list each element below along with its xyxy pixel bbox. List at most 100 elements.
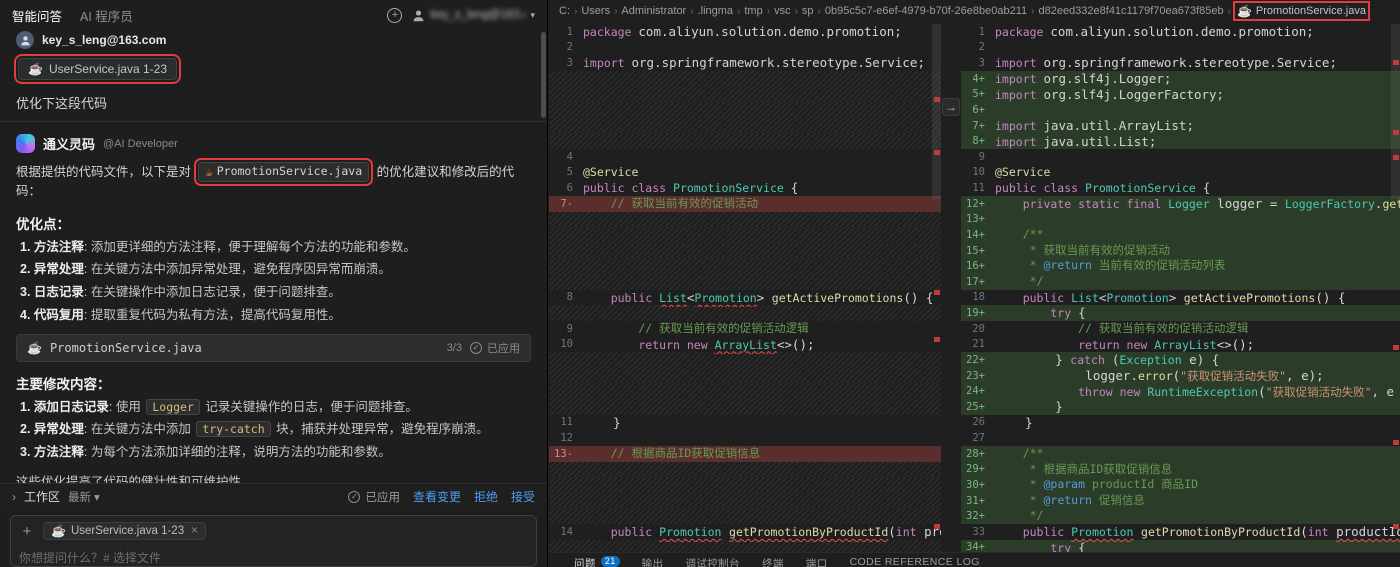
panel-tab[interactable]: 问题21 xyxy=(563,553,631,567)
list-number: 3. xyxy=(20,445,34,459)
error-marker xyxy=(1393,440,1399,445)
input-context-chip[interactable]: ☕ UserService.java 1-23 × xyxy=(43,522,206,540)
list-number: 3. xyxy=(20,285,34,299)
reject-link[interactable]: 拒绝 xyxy=(474,488,498,505)
scrollbar-thumb[interactable] xyxy=(932,24,941,199)
code-line: 12+ private static final Logger logger =… xyxy=(961,196,1400,212)
line-number: 28+ xyxy=(961,448,995,460)
line-number: 1 xyxy=(549,26,583,38)
diff-filler-row xyxy=(549,133,941,149)
line-number: 22+ xyxy=(961,354,995,366)
panel-tab[interactable]: 端口 xyxy=(795,553,839,567)
input-placeholder[interactable]: 你想提问什么？# 选择文件 xyxy=(19,549,528,566)
code-text: try { xyxy=(995,303,1400,322)
code-text: try { xyxy=(995,538,1400,552)
bold-term: 日志记录 xyxy=(34,285,84,299)
breadcrumb-item[interactable]: d82eed332e8f41c1179f70ea673f85eb xyxy=(1038,5,1223,17)
chat-scrollbar-thumb[interactable] xyxy=(541,32,546,118)
new-chat-icon[interactable]: + xyxy=(387,8,402,23)
inline-code: Logger xyxy=(146,399,200,415)
panel-tab-label: 端口 xyxy=(806,556,828,567)
view-changes-link[interactable]: 查看变更 xyxy=(413,488,461,505)
workspace-filter-dropdown[interactable]: 最新 ▾ xyxy=(68,489,100,505)
diff-original-pane[interactable]: 1package com.aliyun.solution.demo.promot… xyxy=(549,22,941,552)
diff-filler-row xyxy=(549,71,941,87)
panel-tab-label: 输出 xyxy=(642,556,664,567)
code-line: 30+ * @param productId 商品ID xyxy=(961,477,1400,493)
panel-tab[interactable]: CODE REFERENCE LOG xyxy=(839,553,991,567)
inline-file-chip[interactable]: ☕PromotionService.java xyxy=(198,162,369,182)
breadcrumb-item[interactable]: C: xyxy=(559,5,570,17)
bold-term: 异常处理 xyxy=(34,422,84,436)
line-number: 3 xyxy=(549,57,583,69)
line-number: 7- xyxy=(549,198,583,210)
assistant-avatar xyxy=(16,134,35,153)
close-icon[interactable]: × xyxy=(191,525,198,537)
line-number: 8 xyxy=(549,291,583,303)
code-line: 1package com.aliyun.solution.demo.promot… xyxy=(961,24,1400,40)
code-file-card[interactable]: ☕ PromotionService.java 3/3 ✓ 已应用 xyxy=(16,334,531,362)
add-context-button[interactable]: + xyxy=(19,523,35,540)
line-number: 19+ xyxy=(961,307,995,319)
line-number: 24+ xyxy=(961,385,995,397)
java-file-icon: ☕ xyxy=(27,342,42,354)
diff-filler-row xyxy=(549,243,941,259)
list-item: 2. 异常处理: 在关键方法中添加 try-catch 块，捕获并处理异常，避免… xyxy=(16,420,531,439)
line-number: 32+ xyxy=(961,510,995,522)
code-line: 14 public Promotion getPromotionByProduc… xyxy=(549,524,941,540)
code-line: 13- // 根据商品ID获取促销信息 xyxy=(549,446,941,462)
breadcrumb-item[interactable]: 0b95c5c7-e6ef-4979-b70f-26e8be0ab211 xyxy=(825,5,1027,17)
account-menu[interactable]: key_s_leng@163.com ▾ xyxy=(412,9,535,22)
code-text: /** xyxy=(995,227,1400,243)
breadcrumb-item[interactable]: .lingma xyxy=(698,5,733,17)
accept-link[interactable]: 接受 xyxy=(511,488,535,505)
panel-tab[interactable]: 终端 xyxy=(751,553,795,567)
panel-tab[interactable]: 输出 xyxy=(631,553,675,567)
code-text: package com.aliyun.solution.demo.promoti… xyxy=(995,22,1400,41)
list-item: 2. 异常处理: 在关键方法中添加异常处理，避免程序因异常而崩溃。 xyxy=(16,260,531,279)
bold-term: 方法注释 xyxy=(34,240,84,254)
line-number: 18 xyxy=(961,291,995,303)
line-number: 5+ xyxy=(961,88,995,100)
breadcrumb-item[interactable]: Users xyxy=(581,5,610,17)
assistant-role-badge: @AI Developer xyxy=(103,138,178,150)
breadcrumb-file[interactable]: ☕PromotionService.java xyxy=(1237,5,1366,17)
breadcrumb-item[interactable]: tmp xyxy=(744,5,762,17)
line-number: 11 xyxy=(549,416,583,428)
breadcrumb-item[interactable]: sp xyxy=(802,5,814,17)
chat-header: 智能问答 AI 程序员 + key_s_leng@163.com ▾ xyxy=(0,0,547,30)
chat-messages: key_s_leng@163.com ☕ UserService.java 1-… xyxy=(0,30,547,483)
code-line: 12 xyxy=(549,430,941,446)
arrow-right-icon[interactable]: → xyxy=(942,98,960,116)
breadcrumb-item[interactable]: Administrator xyxy=(621,5,686,17)
line-number: 4+ xyxy=(961,73,995,85)
code-text: import java.util.List; xyxy=(995,132,1400,151)
code-text: } xyxy=(583,413,941,432)
diff-modified-pane[interactable]: 1package com.aliyun.solution.demo.promot… xyxy=(961,22,1400,552)
diff-center-gutter: → xyxy=(941,22,961,552)
breadcrumb-item[interactable]: vsc xyxy=(774,5,791,17)
context-file-chip[interactable]: ☕ UserService.java 1-23 xyxy=(18,58,177,80)
diff-filler-row xyxy=(549,258,941,274)
line-number: 2 xyxy=(961,41,995,53)
user-name: key_s_leng@163.com xyxy=(42,33,166,47)
chat-header-actions: + key_s_leng@163.com ▾ xyxy=(387,8,535,23)
line-number: 34+ xyxy=(961,541,995,552)
code-text: * @return 当前有效的促销活动列表 xyxy=(995,258,1400,274)
scrollbar-thumb[interactable] xyxy=(1391,24,1400,199)
chat-input-box[interactable]: + ☕ UserService.java 1-23 × 你想提问什么？# 选择文… xyxy=(10,515,537,567)
chat-tab[interactable]: AI 程序员 xyxy=(80,6,133,25)
code-line: 31+ * @return 促销信息 xyxy=(961,493,1400,509)
diff-view: 1 package com.aliyun.solution.demo.promot… xyxy=(549,22,1400,552)
chevron-right-icon: › xyxy=(574,6,577,17)
assistant-intro: 根据提供的代码文件，以下是对 ☕PromotionService.java 的优… xyxy=(16,162,531,202)
panel-tab[interactable]: 调试控制台 xyxy=(674,553,751,567)
list-number: 2. xyxy=(20,422,34,436)
code-line: 13+ xyxy=(961,212,1400,228)
assistant-message: 通义灵码 @AI Developer 根据提供的代码文件，以下是对 ☕Promo… xyxy=(16,134,531,483)
chat-tab[interactable]: 智能问答 xyxy=(12,6,62,25)
code-text: private static final Logger logger = Log… xyxy=(995,194,1400,213)
chevron-right-icon[interactable]: › xyxy=(12,490,16,504)
error-marker xyxy=(1393,345,1399,350)
list-number: 1. xyxy=(20,240,34,254)
